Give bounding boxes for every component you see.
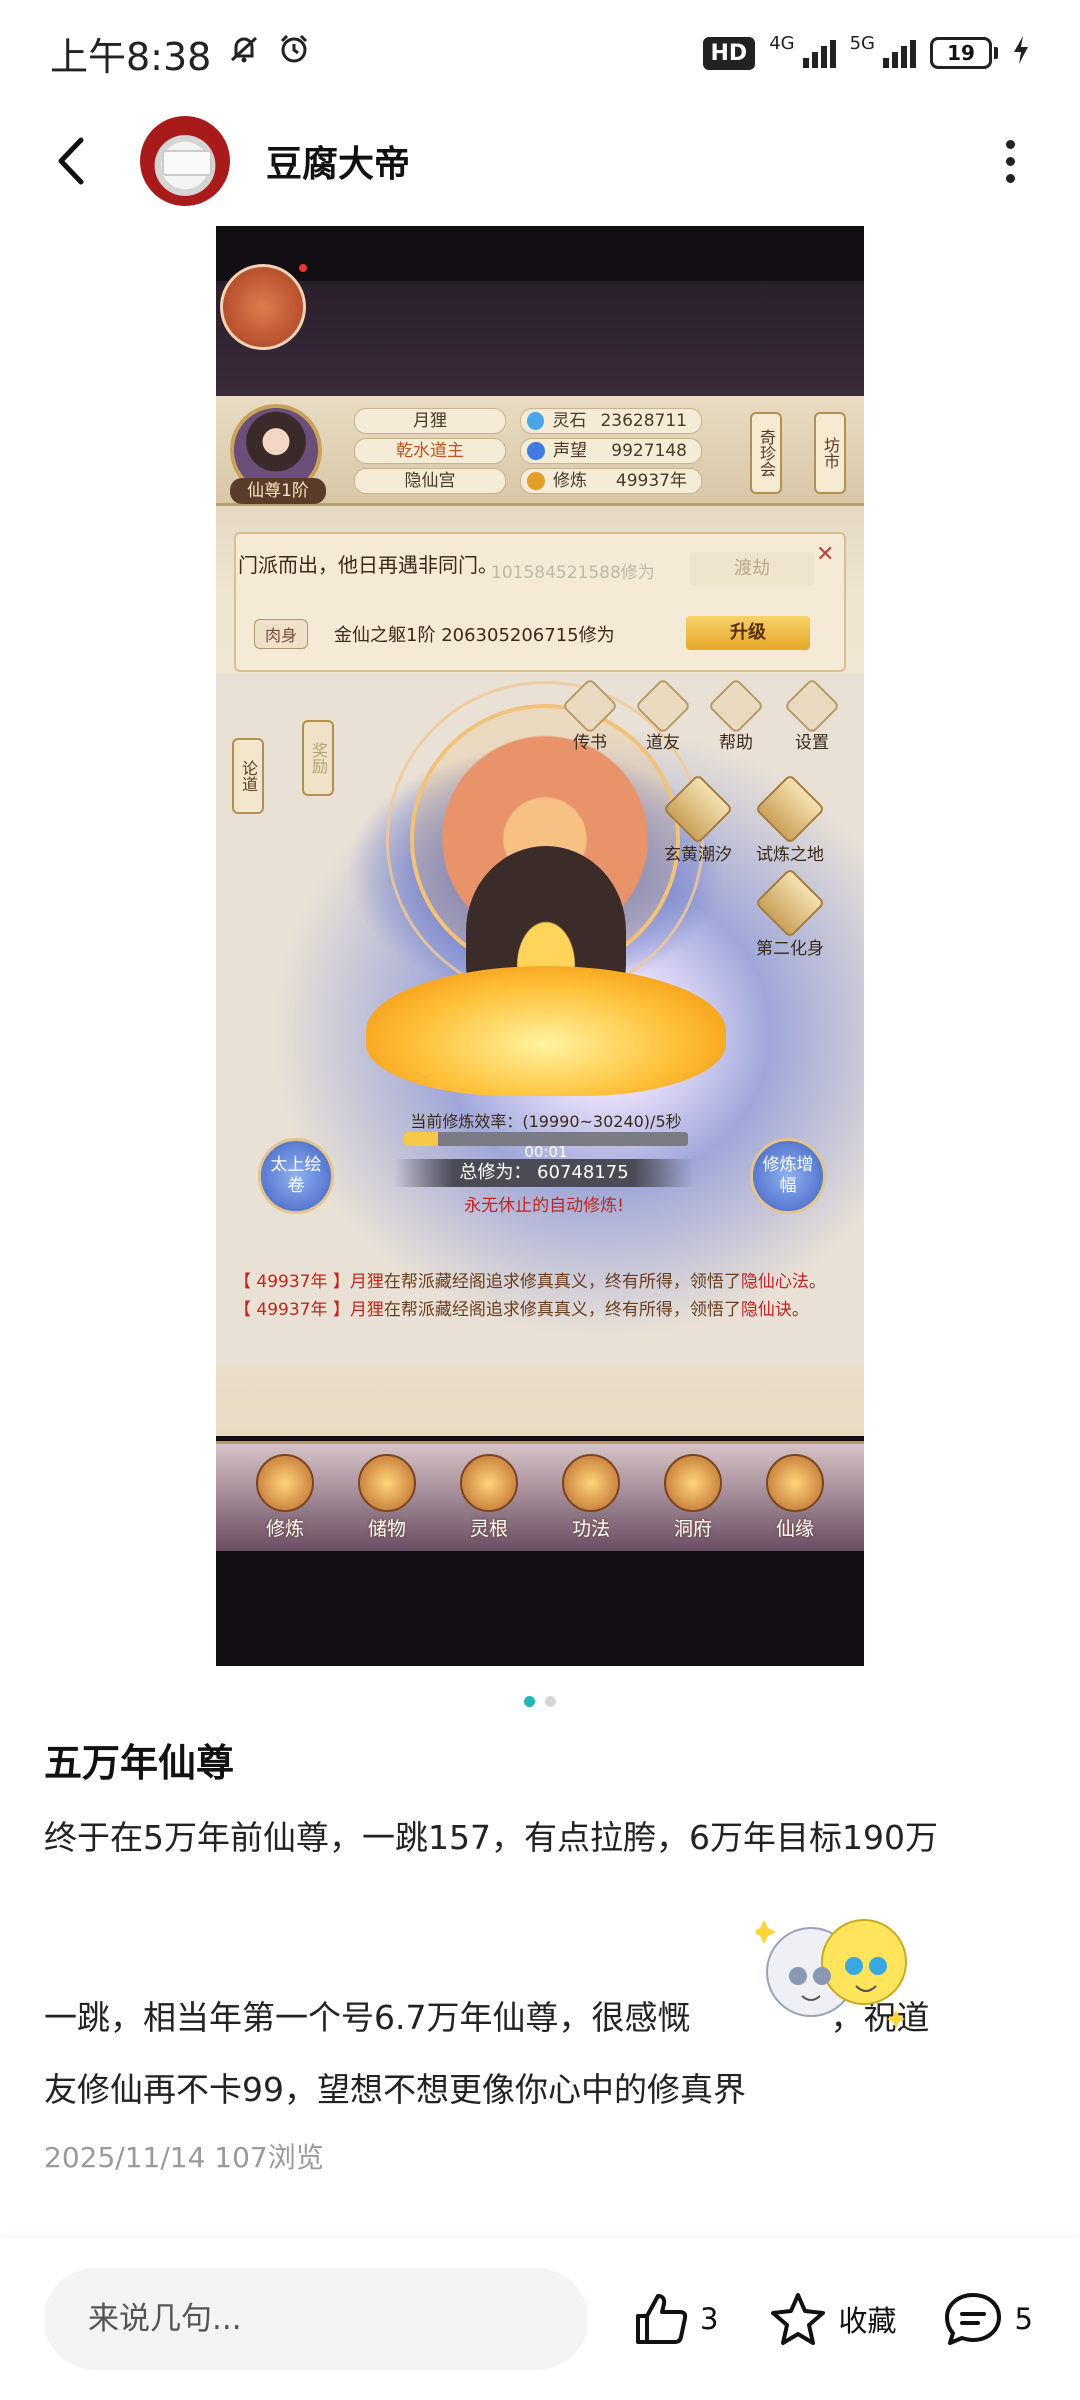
tab-storage[interactable]: 储物 [345, 1454, 429, 1541]
post-header: 豆腐大帝 [0, 106, 1080, 216]
auto-cultivation-text: 永无休止的自动修炼! [464, 1196, 624, 1216]
menu-trial-ground[interactable]: 试炼之地 [752, 773, 828, 865]
author-name[interactable]: 豆腐大帝 [266, 135, 410, 187]
notification-dot [299, 264, 307, 272]
status-time: 上午8:38 [50, 34, 212, 79]
back-arrow-icon [58, 137, 84, 185]
cave-icon [664, 1454, 722, 1512]
event-log: 【 49937年 】月狸在帮派藏经阁追求修真真义，终有所得，领悟了隐仙心法。 【… [234, 1268, 846, 1324]
like-count: 3 [700, 2302, 719, 2336]
more-options-button[interactable] [980, 131, 1040, 191]
tag-reward[interactable]: 奖励 [302, 720, 334, 796]
charging-icon [1012, 35, 1030, 71]
bottom-action-bar: 来说几句... 3 收藏 5 [0, 2238, 1080, 2400]
tide-icon [662, 773, 734, 845]
avatar-clone-icon [754, 867, 826, 939]
battery-level: 19 [947, 41, 975, 65]
comment-input[interactable]: 来说几句... [44, 2268, 588, 2370]
body-tag: 肉身 [254, 619, 309, 649]
hero-sect: 隐仙宫 [354, 468, 506, 494]
cultivation-rate: 当前修炼效率：(19990~30240)/5秒 [410, 1112, 682, 1131]
tab-fortune[interactable]: 仙缘 [753, 1454, 837, 1541]
menu-letters[interactable]: 传书 [561, 677, 619, 753]
like-button[interactable]: 3 [632, 2290, 718, 2348]
gear-icon [783, 677, 841, 735]
post-image[interactable]: 仙尊1阶 月狸 乾水道主 隐仙宫 灵石 23628711 声望 9927148 修炼… [216, 226, 864, 1666]
stat-spirit-stone: 灵石 23628711 [520, 408, 702, 434]
signal-icon [883, 38, 916, 68]
game-bottom-nav: 修炼 储物 灵根 功法 洞府 仙缘 [216, 1441, 864, 1551]
favorite-button[interactable]: 收藏 [768, 2290, 896, 2348]
thumbs-up-icon [636, 2294, 688, 2344]
anime-sticker-icon [752, 1900, 916, 2040]
post-body-line: 终于在5万年前仙尊，一跳157，有点拉胯，6万年目标190万 [44, 1818, 938, 1857]
carousel-dot-active[interactable] [524, 1696, 535, 1707]
carousel-dot[interactable] [545, 1696, 556, 1707]
menu-friends[interactable]: 道友 [634, 677, 692, 753]
orb-taishang-scroll[interactable]: 太上绘卷 [258, 1138, 334, 1214]
game-mascot-icon [220, 264, 306, 350]
alarm-icon [277, 31, 311, 75]
tab-techniques[interactable]: 功法 [549, 1454, 633, 1541]
stat-prestige: 声望 9927148 [520, 438, 702, 464]
comment-bubble-icon [945, 2293, 1002, 2345]
post-title: 五万年仙尊 [44, 1741, 235, 1785]
cultivate-icon [256, 1454, 314, 1512]
comments-button[interactable]: 5 [942, 2290, 1033, 2348]
total-cultivation: 总修为： 60748175 [394, 1159, 694, 1187]
hero-name: 月狸 [354, 408, 506, 434]
tag-treasure-auction[interactable]: 奇珍会 [750, 412, 782, 494]
comment-count: 5 [1014, 2302, 1033, 2336]
post-meta: 2025/11/14 107浏览 [44, 2141, 324, 2174]
network-5g-label: 5G [849, 32, 875, 54]
post-body-line: 友修仙再不卡99，望想不想更像你心中的修真界 [44, 2070, 746, 2109]
hero-rank: 仙尊1阶 [230, 478, 326, 504]
log-entry: 【 49937年 】月狸在帮派藏经阁追求修真真义，终有所得，领悟了隐仙诀。 [234, 1300, 809, 1320]
bell-muted-icon [227, 31, 261, 75]
hero-title: 乾水道主 [354, 438, 506, 464]
log-entry: 【 49937年 】月狸在帮派藏经阁追求修真真义，终有所得，领悟了隐仙心法。 [234, 1272, 826, 1292]
battery-icon: 19 [930, 37, 998, 69]
favorite-label: 收藏 [838, 2304, 897, 2338]
trial-icon [754, 773, 826, 845]
star-icon [771, 2293, 826, 2345]
tag-discourse[interactable]: 论道 [232, 738, 264, 814]
menu-settings[interactable]: 设置 [783, 677, 841, 753]
cross-tribulation-button[interactable]: 渡劫 [690, 552, 814, 586]
menu-second-avatar[interactable]: 第二化身 [752, 867, 828, 959]
bag-icon [358, 1454, 416, 1512]
letter-icon [561, 677, 619, 735]
hd-badge: HD [702, 36, 756, 70]
network-4g-label: 4G [769, 32, 795, 54]
help-icon [707, 677, 765, 735]
orb-cultivation-boost[interactable]: 修炼增幅 [750, 1138, 826, 1214]
menu-help[interactable]: 帮助 [707, 677, 765, 753]
close-icon[interactable]: ✕ [816, 542, 834, 567]
status-bar: 上午8:38 HD 4G 5G 19 [0, 0, 1080, 106]
golden-lotus [366, 966, 726, 1096]
cultivation-icon [527, 472, 545, 490]
cross-cultivation-requirement: 101584521588修为 [491, 563, 655, 583]
status-left: 上午8:38 [50, 26, 311, 81]
author-avatar[interactable] [140, 116, 230, 206]
tag-market[interactable]: 坊市 [814, 412, 846, 494]
status-right: HD 4G 5G 19 [702, 32, 1031, 71]
image-carousel-indicator [0, 1696, 1080, 1707]
menu-xuanhuang-tide[interactable]: 玄黄潮汐 [660, 773, 736, 865]
upgrade-button[interactable]: 升级 [686, 616, 810, 650]
tab-spirit-root[interactable]: 灵根 [447, 1454, 531, 1541]
tab-cultivate[interactable]: 修炼 [243, 1454, 327, 1541]
friends-icon [634, 677, 692, 735]
spirit-stone-icon [527, 412, 545, 430]
tab-cave[interactable]: 洞府 [651, 1454, 735, 1541]
fortune-icon [766, 1454, 824, 1512]
signal-icon [802, 38, 836, 68]
book-icon [562, 1454, 620, 1512]
stat-cultivation: 修炼 49937年 [520, 468, 702, 494]
spirit-root-icon [460, 1454, 518, 1512]
back-button[interactable] [40, 131, 100, 191]
body-info: 金仙之躯1阶 206305206715修为 [334, 625, 615, 646]
prestige-icon [527, 442, 545, 460]
